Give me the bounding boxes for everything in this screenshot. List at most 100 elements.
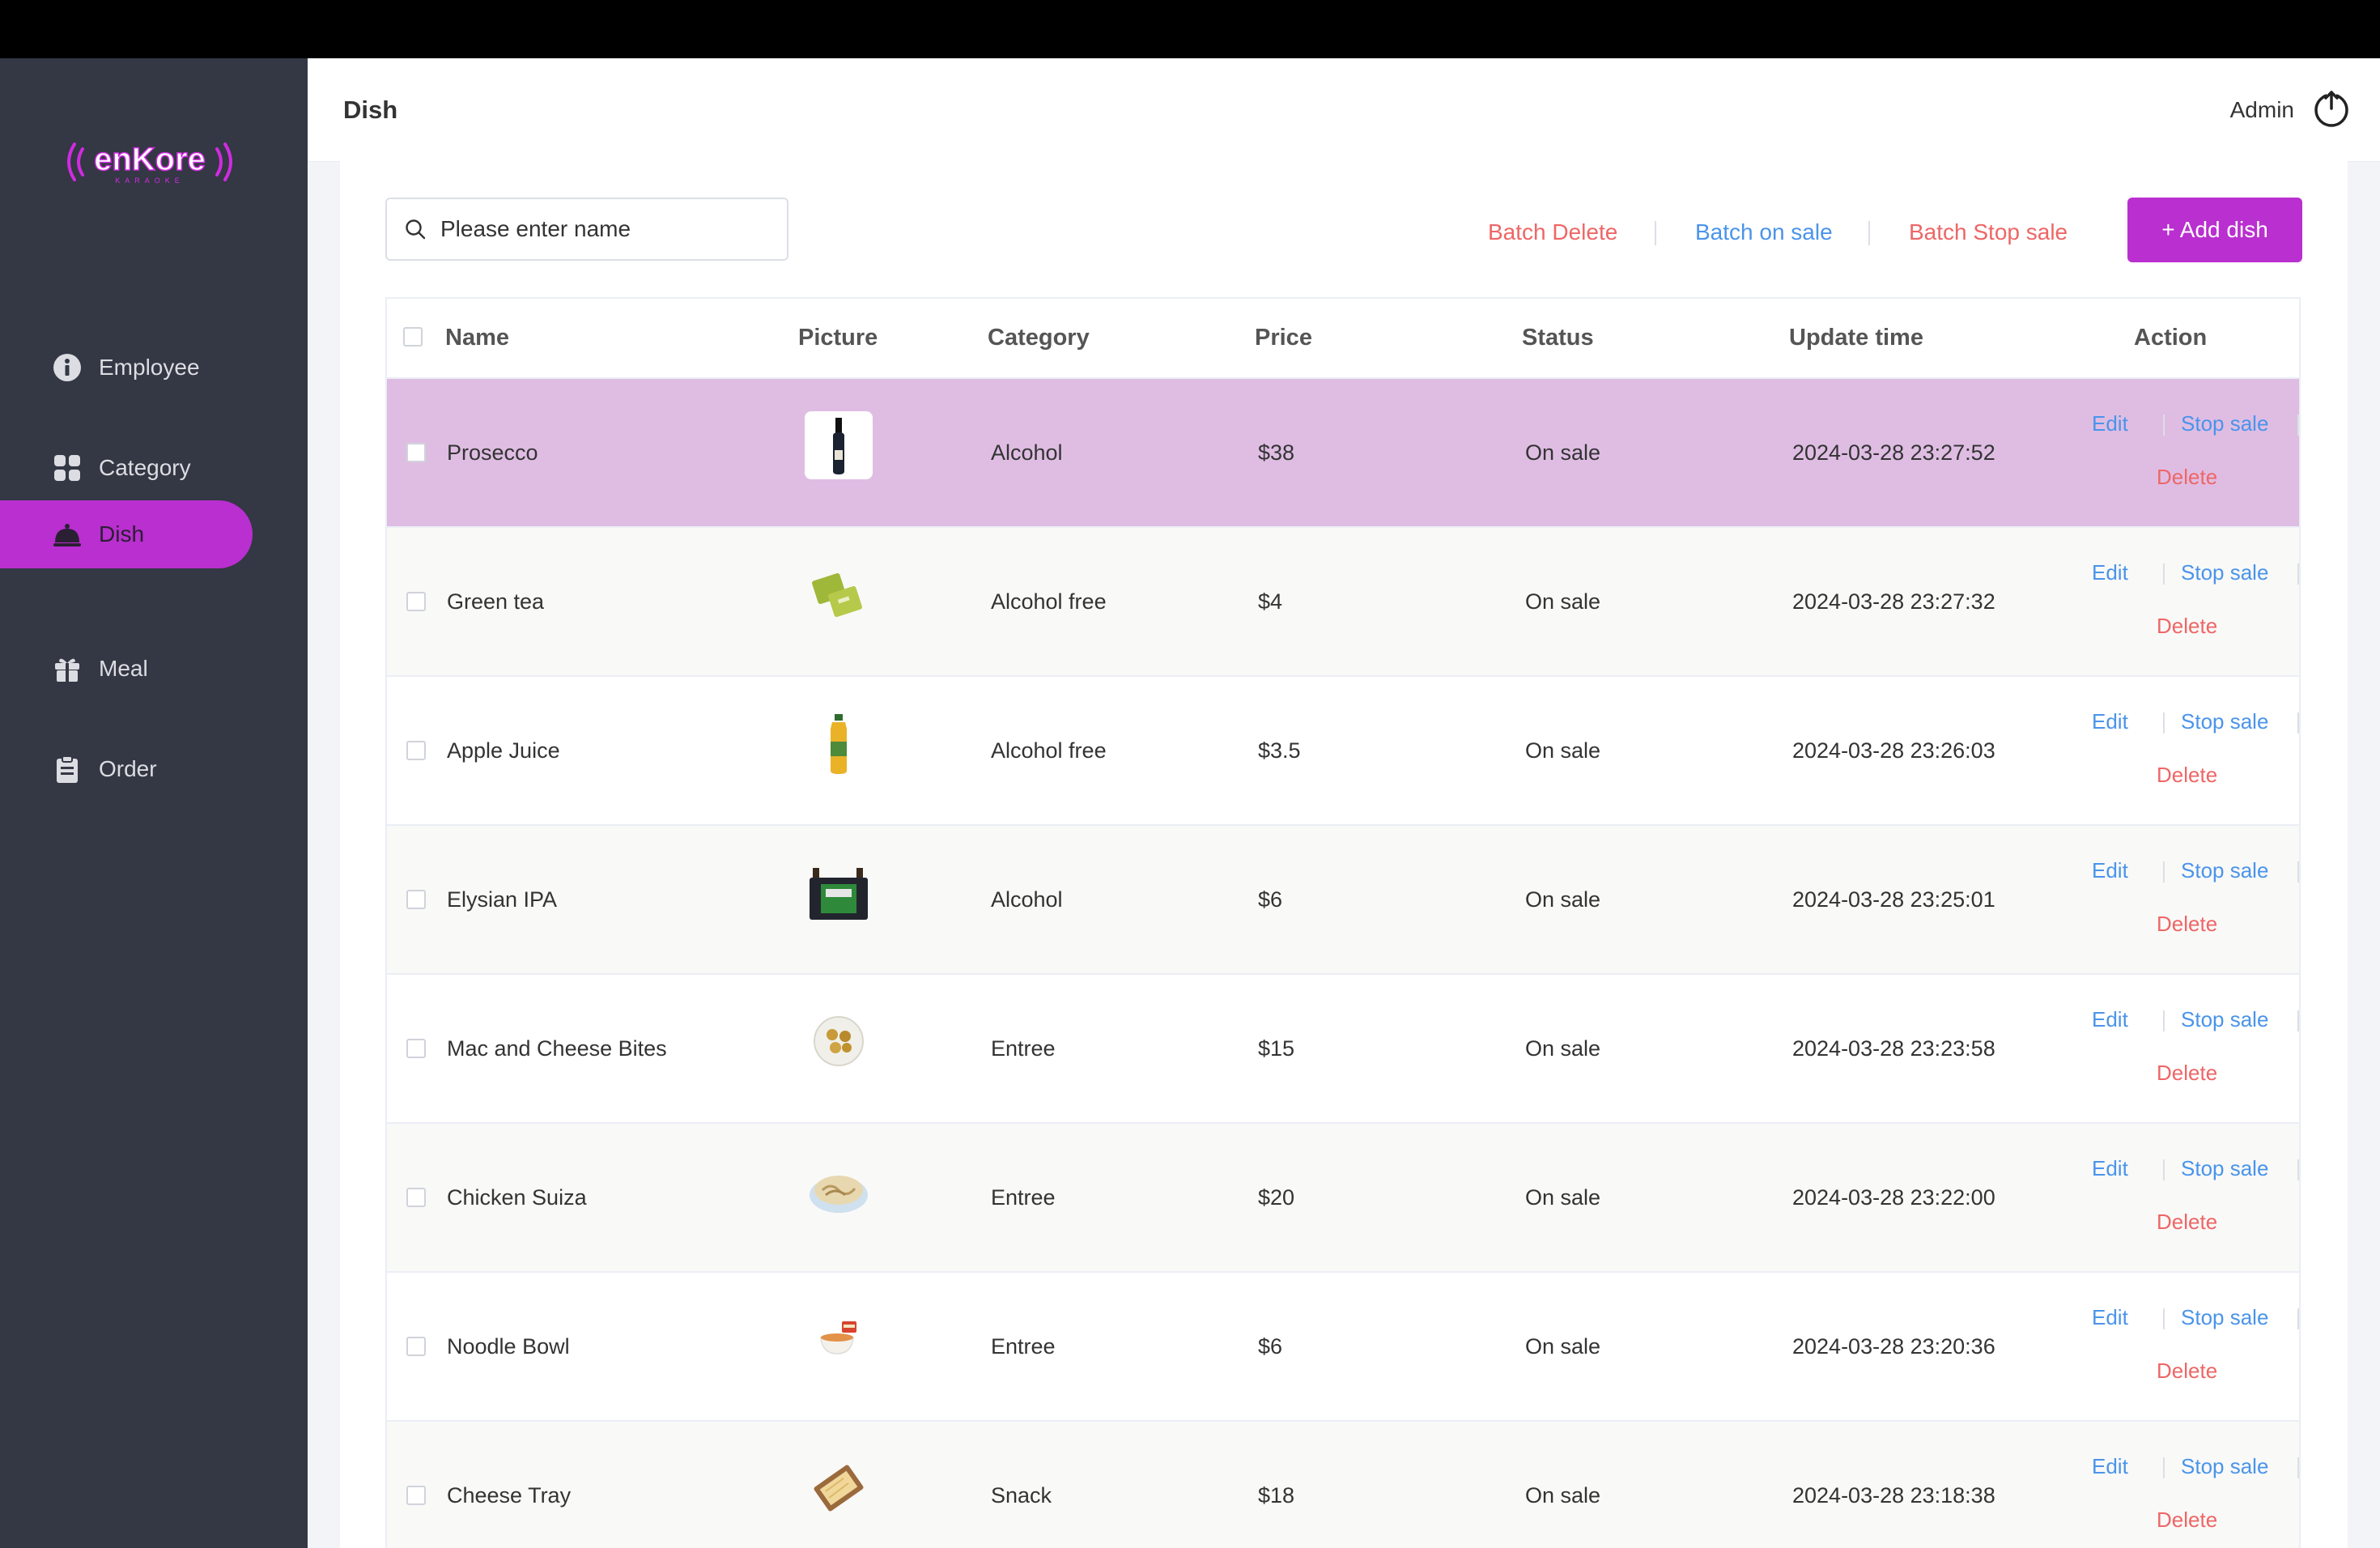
sidebar-item-label: Dish [99, 521, 145, 546]
divider [2163, 1457, 2165, 1478]
dish-price: $6 [1258, 887, 1283, 912]
divider [2297, 1457, 2299, 1478]
dish-status: On sale [1525, 1185, 1601, 1210]
dish-price: $18 [1258, 1483, 1295, 1508]
edit-link[interactable]: Edit [2092, 1454, 2128, 1479]
dish-price: $38 [1258, 440, 1295, 465]
row-checkbox[interactable] [406, 890, 426, 909]
stop-sale-link[interactable]: Stop sale [2181, 1007, 2268, 1032]
search-input[interactable] [439, 215, 766, 243]
batch-stop-sale-button[interactable]: Batch Stop sale [1909, 219, 2068, 245]
row-checkbox[interactable] [406, 741, 426, 760]
stop-sale-link[interactable]: Stop sale [2181, 560, 2268, 585]
power-icon[interactable] [2312, 89, 2351, 128]
dish-update-time: 2024-03-28 23:23:58 [1792, 1036, 1995, 1061]
table-row[interactable]: Apple Juice Alcohol free $3.5 On sale 20… [387, 677, 2299, 826]
divider [2297, 415, 2299, 436]
table-row[interactable]: Chicken Suiza Entree $20 On sale 2024-03… [387, 1124, 2299, 1273]
edit-link[interactable]: Edit [2092, 858, 2128, 883]
delete-link[interactable]: Delete [2157, 912, 2217, 937]
delete-link[interactable]: Delete [2157, 1359, 2217, 1384]
dish-picture [805, 560, 873, 628]
add-dish-button[interactable]: + Add dish [2127, 198, 2302, 262]
bites-plate-icon [814, 1016, 864, 1066]
row-checkbox[interactable] [406, 592, 426, 611]
stop-sale-link[interactable]: Stop sale [2181, 1156, 2268, 1181]
dish-name: Green tea [447, 589, 545, 614]
row-checkbox[interactable] [406, 1039, 426, 1058]
user-name[interactable]: Admin [2230, 97, 2294, 123]
clipboard-icon [52, 754, 83, 785]
sidebar-item-category[interactable]: Category [0, 434, 253, 502]
dish-category: Entree [991, 1334, 1056, 1359]
dish-picture [805, 1305, 873, 1373]
dish-category: Entree [991, 1036, 1056, 1061]
sidebar-item-meal[interactable]: Meal [0, 635, 253, 703]
sidebar-item-label: Employee [99, 355, 200, 380]
row-checkbox[interactable] [406, 1337, 426, 1356]
sidebar-item-dish[interactable]: Dish [0, 500, 253, 568]
row-checkbox[interactable] [406, 1188, 426, 1207]
tea-bags-icon [812, 572, 862, 618]
noodle-bowl-icon [820, 1321, 856, 1354]
divider [2297, 563, 2299, 585]
dish-category: Alcohol free [991, 738, 1107, 763]
dish-picture [805, 1007, 873, 1075]
divider [2163, 861, 2165, 882]
edit-link[interactable]: Edit [2092, 1007, 2128, 1032]
table-row[interactable]: Cheese Tray Snack $18 On sale 2024-03-28… [387, 1422, 2299, 1548]
dish-name: Prosecco [447, 440, 538, 465]
column-header-category: Category [988, 325, 1090, 351]
svg-text:KARAOKE: KARAOKE [115, 176, 185, 185]
edit-link[interactable]: Edit [2092, 1305, 2128, 1330]
dish-picture [805, 1156, 873, 1224]
dish-category: Alcohol [991, 440, 1063, 465]
column-header-name: Name [445, 325, 509, 351]
row-checkbox[interactable] [406, 443, 426, 462]
sidebar: enKore KARAOKE Employee Category Dish Me… [0, 58, 308, 1548]
batch-on-sale-button[interactable]: Batch on sale [1695, 219, 1833, 245]
table-row[interactable]: Prosecco Alcohol $38 On sale 2024-03-28 … [387, 379, 2299, 528]
select-all-checkbox[interactable] [403, 327, 423, 347]
delete-link[interactable]: Delete [2157, 1210, 2217, 1235]
stop-sale-link[interactable]: Stop sale [2181, 858, 2268, 883]
batch-delete-button[interactable]: Batch Delete [1488, 219, 1617, 245]
delete-link[interactable]: Delete [2157, 614, 2217, 639]
edit-link[interactable]: Edit [2092, 411, 2128, 436]
gift-icon [52, 653, 83, 684]
sidebar-item-order[interactable]: Order [0, 735, 253, 803]
dish-picture [805, 709, 873, 777]
table-row[interactable]: Elysian IPA Alcohol $6 On sale 2024-03-2… [387, 826, 2299, 975]
stop-sale-link[interactable]: Stop sale [2181, 1454, 2268, 1479]
stop-sale-link[interactable]: Stop sale [2181, 1305, 2268, 1330]
dish-table: Name Picture Category Price Status Updat… [385, 297, 2301, 1548]
dish-status: On sale [1525, 440, 1601, 465]
table-row[interactable]: Mac and Cheese Bites Entree $15 On sale … [387, 975, 2299, 1124]
delete-link[interactable]: Delete [2157, 465, 2217, 490]
edit-link[interactable]: Edit [2092, 560, 2128, 585]
table-row[interactable]: Green tea Alcohol free $4 On sale 2024-0… [387, 528, 2299, 677]
dish-price: $20 [1258, 1185, 1295, 1210]
row-checkbox[interactable] [406, 1486, 426, 1505]
dish-category: Entree [991, 1185, 1056, 1210]
delete-link[interactable]: Delete [2157, 1508, 2217, 1533]
sidebar-item-employee[interactable]: Employee [0, 334, 253, 402]
delete-link[interactable]: Delete [2157, 763, 2217, 788]
grid-icon [52, 453, 83, 483]
table-header: Name Picture Category Price Status Updat… [387, 299, 2299, 379]
edit-link[interactable]: Edit [2092, 709, 2128, 734]
divider [2163, 415, 2165, 436]
edit-link[interactable]: Edit [2092, 1156, 2128, 1181]
stop-sale-link[interactable]: Stop sale [2181, 411, 2268, 436]
divider [2163, 1010, 2165, 1031]
info-circle-icon [52, 352, 83, 383]
dish-status: On sale [1525, 887, 1601, 912]
svg-text:enKore: enKore [94, 142, 206, 177]
dish-update-time: 2024-03-28 23:25:01 [1792, 887, 1995, 912]
table-row[interactable]: Noodle Bowl Entree $6 On sale 2024-03-28… [387, 1273, 2299, 1422]
column-header-action: Action [2134, 325, 2208, 351]
stop-sale-link[interactable]: Stop sale [2181, 709, 2268, 734]
delete-link[interactable]: Delete [2157, 1061, 2217, 1086]
page-title: Dish [343, 96, 398, 124]
column-header-status: Status [1522, 325, 1594, 351]
